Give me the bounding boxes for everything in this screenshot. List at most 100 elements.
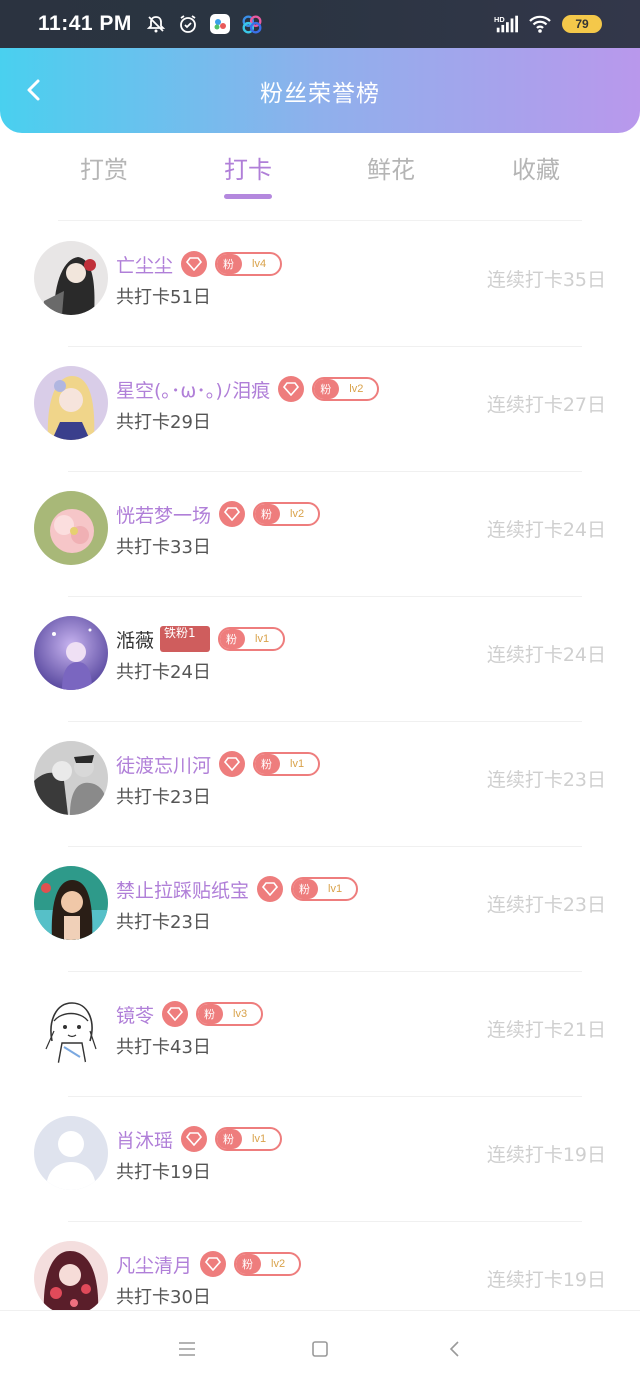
fan-level-badge: 粉 lv1 [291, 877, 359, 901]
total-checkins: 共打卡23日 [116, 912, 211, 933]
list-item[interactable]: 星空(｡･ω･｡)ﾉ泪痕 粉 lv2 共打卡29日 连续打卡27日 [0, 347, 640, 472]
status-time: 11:41 PM [38, 12, 132, 35]
fan-list: 亡尘尘 粉 lv4 共打卡51日 连续打卡35日 星空(｡･ω･｡)ﾉ泪痕 粉 … [0, 222, 640, 1347]
avatar[interactable] [34, 616, 108, 690]
fan-level: lv1 [255, 633, 270, 645]
fan-name: 凡尘清月 [116, 1254, 193, 1277]
diamond-icon [257, 876, 284, 902]
avatar[interactable] [34, 1241, 108, 1315]
back-triangle-icon [449, 1341, 459, 1357]
streak-checkins: 连续打卡23日 [486, 894, 606, 916]
fan-level-badge: 粉 lv2 [234, 1252, 302, 1276]
fan-tag: 粉 [314, 379, 340, 399]
list-item[interactable]: 恍若梦一场 粉 lv2 共打卡33日 连续打卡24日 [0, 472, 640, 597]
fan-level: lv1 [328, 883, 343, 895]
fan-level-badge: 粉 lv1 [218, 627, 286, 651]
menu-button[interactable] [175, 1337, 199, 1361]
fan-tag: 粉 [293, 879, 319, 899]
fan-name: 徒渡忘川河 [116, 754, 212, 777]
fan-name: 星空(｡･ω･｡)ﾉ泪痕 [116, 379, 271, 402]
tab-bar: 打赏 打卡 鲜花 收藏 [0, 140, 640, 221]
fan-name: 禁止拉踩贴纸宝 [116, 879, 250, 902]
tabs-divider [58, 220, 582, 221]
fan-name: 镜苓 [116, 1004, 155, 1027]
fan-tag: 粉 [217, 1129, 243, 1149]
total-checkins: 共打卡23日 [116, 787, 211, 808]
streak-checkins: 连续打卡23日 [486, 769, 606, 791]
tab-checkin[interactable]: 打卡 [198, 150, 298, 185]
total-checkins: 共打卡51日 [116, 287, 211, 308]
list-item[interactable]: 肖沐瑶 粉 lv1 共打卡19日 连续打卡19日 [0, 1097, 640, 1222]
fan-level: lv2 [349, 383, 364, 395]
fan-level: lv2 [290, 508, 305, 520]
iron-fan-badge: 铁粉1 [160, 626, 211, 652]
fan-tag: 粉 [220, 629, 246, 649]
list-item[interactable]: 亡尘尘 粉 lv4 共打卡51日 连续打卡35日 [0, 222, 640, 347]
avatar[interactable] [34, 366, 108, 440]
silent-bell-icon [144, 12, 168, 36]
fan-tag: 粉 [217, 254, 243, 274]
streak-checkins: 连续打卡24日 [486, 644, 606, 666]
fan-level-badge: 粉 lv2 [312, 377, 380, 401]
diamond-icon [181, 1126, 208, 1152]
streak-checkins: 连续打卡21日 [486, 1019, 606, 1041]
total-checkins: 共打卡43日 [116, 1037, 211, 1058]
total-checkins: 共打卡30日 [116, 1287, 211, 1308]
streak-checkins: 连续打卡19日 [486, 1144, 606, 1166]
app-icon [208, 12, 232, 36]
avatar[interactable] [34, 491, 108, 565]
list-item[interactable]: 徒渡忘川河 粉 lv1 共打卡23日 连续打卡23日 [0, 722, 640, 847]
diamond-icon [200, 1251, 227, 1277]
menu-icon [179, 1342, 195, 1356]
diamond-icon [181, 251, 208, 277]
streak-checkins: 连续打卡27日 [486, 394, 606, 416]
page-header: 粉丝荣誉榜 [0, 48, 640, 133]
home-square-icon [312, 1341, 328, 1357]
tab-favorites[interactable]: 收藏 [486, 150, 586, 185]
tab-tip[interactable]: 打赏 [54, 150, 154, 185]
total-checkins: 共打卡24日 [116, 662, 211, 683]
total-checkins: 共打卡29日 [116, 412, 211, 433]
fan-level: lv4 [252, 258, 267, 270]
fan-level-badge: 粉 lv1 [253, 752, 321, 776]
diamond-icon [278, 376, 305, 402]
diamond-icon [219, 501, 246, 527]
home-button[interactable] [308, 1337, 332, 1361]
fan-level: lv3 [233, 1008, 248, 1020]
fan-tag: 粉 [236, 1254, 262, 1274]
avatar[interactable] [34, 241, 108, 315]
cloud-icon [240, 12, 264, 36]
fan-level: lv1 [290, 758, 305, 770]
avatar[interactable] [34, 866, 108, 940]
avatar[interactable] [34, 741, 108, 815]
chevron-left-icon [27, 79, 40, 101]
fan-name: 肖沐瑶 [116, 1129, 174, 1152]
fan-name: 湉薇 [116, 629, 155, 652]
page-title: 粉丝荣誉榜 [260, 80, 380, 107]
list-item[interactable]: 禁止拉踩贴纸宝 粉 lv1 共打卡23日 连续打卡23日 [0, 847, 640, 972]
fan-tag: 粉 [255, 754, 281, 774]
diamond-icon [219, 751, 246, 777]
system-back-button[interactable] [443, 1337, 467, 1361]
list-item[interactable]: 湉薇 铁粉1 粉 lv1 共打卡24日 连续打卡24日 [0, 597, 640, 722]
fan-tag: 粉 [198, 1004, 224, 1024]
streak-checkins: 连续打卡19日 [486, 1269, 606, 1291]
avatar[interactable] [34, 991, 108, 1065]
list-item[interactable]: 镜苓 粉 lv3 共打卡43日 连续打卡21日 [0, 972, 640, 1097]
tab-flowers[interactable]: 鲜花 [341, 150, 441, 185]
back-button[interactable] [18, 74, 50, 106]
fan-level-badge: 粉 lv2 [253, 502, 321, 526]
avatar[interactable] [34, 1116, 108, 1190]
fan-name: 恍若梦一场 [116, 504, 212, 527]
fan-level-badge: 粉 lv4 [215, 252, 283, 276]
fan-level-badge: 粉 lv1 [215, 1127, 283, 1151]
alarm-icon [176, 12, 200, 36]
fan-level-badge: 粉 lv3 [196, 1002, 264, 1026]
wifi-icon [528, 12, 552, 36]
diamond-icon [162, 1001, 189, 1027]
hd-signal-icon: HD [494, 12, 518, 36]
total-checkins: 共打卡19日 [116, 1162, 211, 1183]
status-bar: 11:41 PM HD 79 [0, 0, 640, 48]
active-tab-indicator [224, 194, 272, 199]
fan-tag: 粉 [255, 504, 281, 524]
